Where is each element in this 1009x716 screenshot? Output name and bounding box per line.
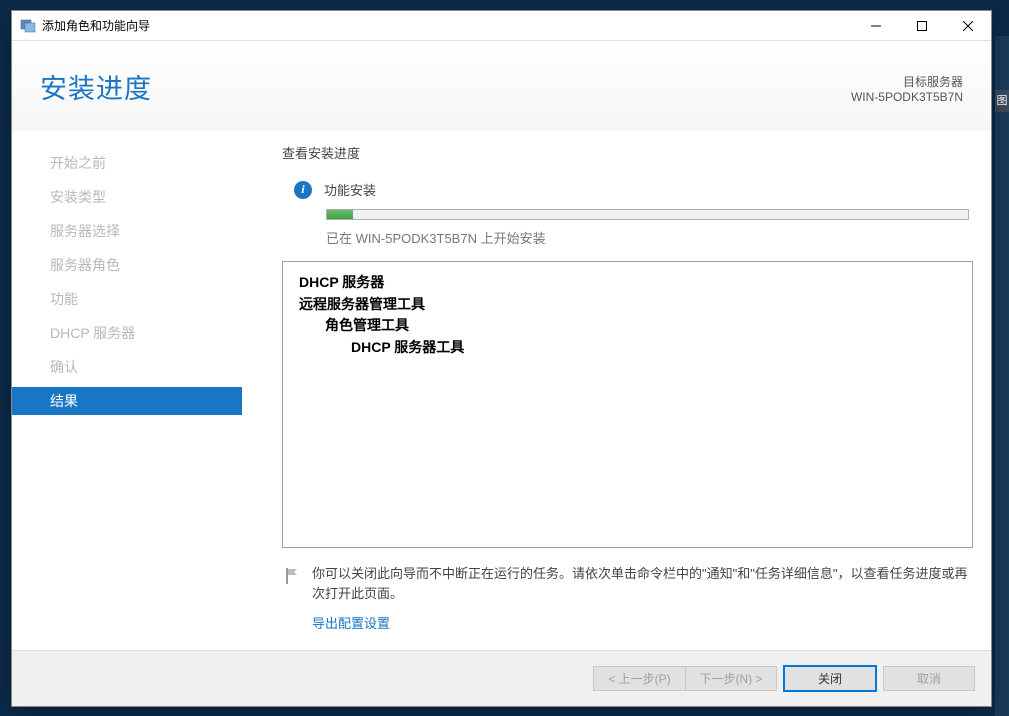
progressbar-fill <box>327 210 353 219</box>
install-progressbar <box>326 209 969 220</box>
minimize-button[interactable] <box>853 11 899 41</box>
nav-button-group: < 上一步(P) 下一步(N) > <box>593 666 777 691</box>
main-panel: 查看安装进度 i 功能安装 已在 WIN-5PODK3T5B7N 上开始安装 D… <box>242 143 973 638</box>
feature-item-0: DHCP 服务器 <box>299 272 956 294</box>
status-row: i 功能安装 <box>282 180 973 199</box>
export-config-link[interactable]: 导出配置设置 <box>282 613 973 632</box>
page-title: 安装进度 <box>40 67 152 106</box>
sidebar-step-5: DHCP 服务器 <box>12 319 242 347</box>
note-row: 你可以关闭此向导而不中断正在运行的任务。请依次单击命令栏中的"通知"和"任务详细… <box>282 564 973 603</box>
status-text: 功能安装 <box>324 180 376 199</box>
sidebar-step-4: 功能 <box>12 285 242 313</box>
wizard-window: 添加角色和功能向导 安装进度 目标服务器 WIN-5PODK3T5B7N 开始之… <box>11 10 992 707</box>
titlebar: 添加角色和功能向导 <box>12 11 991 41</box>
status-detail-text: 已在 WIN-5PODK3T5B7N 上开始安装 <box>326 228 973 247</box>
sidebar-step-0: 开始之前 <box>12 149 242 177</box>
progress-section-label: 查看安装进度 <box>282 143 973 162</box>
flag-icon <box>282 566 302 586</box>
target-server-name: WIN-5PODK3T5B7N <box>851 90 963 104</box>
footer-buttonbar: < 上一步(P) 下一步(N) > 关闭 取消 <box>12 650 991 706</box>
maximize-button[interactable] <box>899 11 945 41</box>
previous-button: < 上一步(P) <box>593 666 685 691</box>
feature-item-3: DHCP 服务器工具 <box>299 337 956 359</box>
sidebar-step-7: 结果 <box>12 387 242 415</box>
sidebar-step-1: 安装类型 <box>12 183 242 211</box>
background-tab: 图 <box>995 90 1009 112</box>
feature-item-2: 角色管理工具 <box>299 315 956 337</box>
app-icon <box>20 18 36 34</box>
wizard-steps-sidebar: 开始之前安装类型服务器选择服务器角色功能 DHCP 服务器确认结果 <box>12 143 242 638</box>
feature-item-1: 远程服务器管理工具 <box>299 294 956 316</box>
close-wizard-button[interactable]: 关闭 <box>784 666 876 691</box>
window-title: 添加角色和功能向导 <box>42 17 853 34</box>
info-icon: i <box>294 181 312 199</box>
features-listbox: DHCP 服务器远程服务器管理工具角色管理工具DHCP 服务器工具 <box>282 261 973 548</box>
target-server-label: 目标服务器 <box>851 73 963 90</box>
content-area: 开始之前安装类型服务器选择服务器角色功能DHCP 服务器确认结果 查看安装进度 … <box>12 131 991 650</box>
sidebar-step-6: 确认 <box>12 353 242 381</box>
background-stripe <box>995 36 1009 716</box>
sidebar-step-3: 服务器角色 <box>12 251 242 279</box>
window-controls <box>853 11 991 41</box>
close-button[interactable] <box>945 11 991 41</box>
cancel-button: 取消 <box>883 666 975 691</box>
header: 安装进度 目标服务器 WIN-5PODK3T5B7N <box>12 41 991 131</box>
next-button: 下一步(N) > <box>685 666 777 691</box>
note-text: 你可以关闭此向导而不中断正在运行的任务。请依次单击命令栏中的"通知"和"任务详细… <box>312 564 973 603</box>
target-server-info: 目标服务器 WIN-5PODK3T5B7N <box>851 73 963 104</box>
sidebar-step-2: 服务器选择 <box>12 217 242 245</box>
